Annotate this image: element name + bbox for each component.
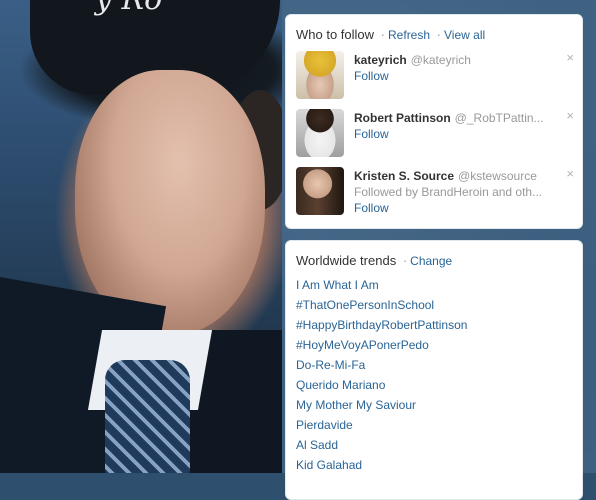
who-to-follow-module: Who to follow · Refresh · View all kateyri… [285,14,583,229]
trend-item: I Am What I Am [296,277,467,297]
trend-item: #HoyMeVoyAPonerPedo [296,337,467,357]
followed-by-text: Followed by BrandHeroin and oth... [354,185,543,199]
trend-item: Kid Galahad [296,457,467,477]
trends-header: Worldwide trends · Change [296,253,452,268]
trends-title: Worldwide trends [296,253,397,268]
follow-button[interactable]: Follow [354,201,389,215]
worldwide-trends-module: Worldwide trends · Change I Am What I Am … [285,240,583,500]
user-handle: @_RobTPattin... [454,111,544,125]
avatar[interactable] [296,167,344,215]
trend-item: Al Sadd [296,437,467,457]
trend-link[interactable]: Al Sadd [296,438,338,452]
suggested-user-row: Robert Pattinson @_RobTPattin... Follow × [296,108,574,161]
view-all-link[interactable]: View all [444,28,485,42]
user-name[interactable]: kateyrich @kateyrich [354,53,471,67]
follow-button[interactable]: Follow [354,69,389,83]
avatar[interactable] [296,109,344,157]
trend-item: Querido Mariano [296,377,467,397]
trend-list: I Am What I Am #ThatOnePersonInSchool #H… [296,277,467,477]
trend-link[interactable]: Pierdavide [296,418,353,432]
follow-button[interactable]: Follow [354,127,389,141]
trend-item: My Mother My Saviour [296,397,467,417]
trend-item: #HappyBirthdayRobertPattinson [296,317,467,337]
user-name[interactable]: Kristen S. Source @kstewsource [354,169,537,183]
trend-link[interactable]: #ThatOnePersonInSchool [296,298,434,312]
suggested-user-row: Kristen S. Source @kstewsource Followed b… [296,166,574,219]
trend-item: Pierdavide [296,417,467,437]
dismiss-icon[interactable]: × [566,50,574,65]
user-name[interactable]: Robert Pattinson @_RobTPattin... [354,111,544,125]
trend-link[interactable]: Do-Re-Mi-Fa [296,358,365,372]
background-photo: y Ro [0,0,282,473]
header-separator: · [436,27,442,42]
trend-link[interactable]: Querido Mariano [296,378,385,392]
header-separator: · [380,27,386,42]
header-separator: · [402,253,408,268]
user-fullname[interactable]: Robert Pattinson [354,111,451,125]
trend-link[interactable]: #HoyMeVoyAPonerPedo [296,338,429,352]
dismiss-icon[interactable]: × [566,166,574,181]
trend-item: #ThatOnePersonInSchool [296,297,467,317]
trend-link[interactable]: My Mother My Saviour [296,398,416,412]
user-fullname[interactable]: kateyrich [354,53,407,67]
suggested-user-row: kateyrich @kateyrich Follow × [296,50,574,103]
trend-link[interactable]: I Am What I Am [296,278,379,292]
dismiss-icon[interactable]: × [566,108,574,123]
change-link[interactable]: Change [410,254,452,268]
user-handle: @kateyrich [410,53,471,67]
trend-item: Do-Re-Mi-Fa [296,357,467,377]
avatar[interactable] [296,51,344,99]
who-to-follow-header: Who to follow · Refresh · View all [296,27,485,42]
user-handle: @kstewsource [458,169,537,183]
refresh-link[interactable]: Refresh [388,28,430,42]
tie-shape [105,360,190,473]
user-fullname[interactable]: Kristen S. Source [354,169,454,183]
background-cursive-text: y Ro [95,0,162,17]
trend-link[interactable]: #HappyBirthdayRobertPattinson [296,318,467,332]
trend-link[interactable]: Kid Galahad [296,458,362,472]
who-to-follow-title: Who to follow [296,27,375,42]
